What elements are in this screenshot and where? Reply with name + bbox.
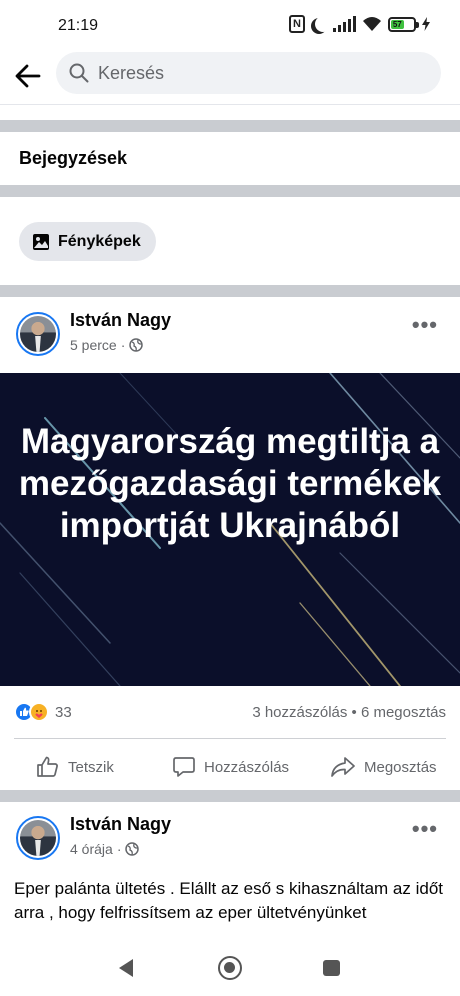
globe-icon <box>125 842 140 856</box>
section-separator <box>0 790 460 802</box>
signal-icon <box>333 16 356 32</box>
section-separator <box>0 185 460 197</box>
post-header: István Nagy 4 órája · ••• <box>0 812 460 872</box>
nfc-icon: N <box>289 15 305 33</box>
search-icon <box>69 63 89 83</box>
battery-icon: 57 <box>388 16 419 32</box>
share-icon <box>331 757 355 777</box>
divider <box>14 738 446 739</box>
reactions-summary[interactable]: 33 <box>14 702 72 722</box>
share-button[interactable]: Megosztás <box>330 745 437 789</box>
thumbs-up-icon <box>37 756 58 777</box>
post-actions: Tetszik Hozzászólás Megosztás <box>0 745 460 789</box>
do-not-disturb-icon <box>315 16 331 32</box>
post-time[interactable]: 5 perce <box>70 337 117 353</box>
section-separator <box>0 120 460 132</box>
post-author[interactable]: István Nagy <box>70 310 171 331</box>
post-text[interactable]: Eper palánta ültetés . Elállt az eső s k… <box>14 877 444 941</box>
post-meta: 4 órája · <box>70 841 140 857</box>
charging-icon <box>422 17 430 31</box>
post-header: István Nagy 5 perce · ••• <box>0 308 460 368</box>
chip-label: Fényképek <box>58 232 141 250</box>
status-bar: 21:19 N 57 <box>0 0 460 50</box>
post-time[interactable]: 4 órája <box>70 841 113 857</box>
search-input[interactable] <box>98 52 418 94</box>
status-icons: N 57 <box>289 15 430 33</box>
meta-separator: · <box>116 841 122 857</box>
more-options-icon[interactable]: ••• <box>412 312 438 338</box>
nav-back-icon[interactable] <box>117 958 135 978</box>
section-separator <box>0 285 460 297</box>
nav-home-icon[interactable] <box>218 956 242 980</box>
comment-label: Hozzászólás <box>204 758 290 776</box>
post-meta: 5 perce · <box>70 337 144 353</box>
post-author[interactable]: István Nagy <box>70 814 171 835</box>
section-title: Bejegyzések <box>19 148 128 168</box>
nav-recents-icon[interactable] <box>323 960 340 976</box>
photos-filter-chip[interactable]: Fényképek <box>19 222 156 261</box>
photos-icon <box>33 233 49 250</box>
comment-icon <box>173 757 195 777</box>
status-time: 21:19 <box>58 17 99 34</box>
like-label: Tetszik <box>68 758 114 776</box>
globe-icon <box>129 338 144 352</box>
search-bar <box>0 50 460 102</box>
share-label: Megosztás <box>364 758 437 776</box>
battery-level: 57 <box>391 19 404 29</box>
image-headline: Magyarország megtiltja a mezőgazdasági t… <box>18 422 442 545</box>
meta-separator: · <box>120 337 126 353</box>
search-box[interactable] <box>56 52 441 94</box>
divider <box>0 104 460 105</box>
back-arrow-icon[interactable] <box>12 60 44 92</box>
reaction-count: 33 <box>55 703 72 721</box>
wifi-icon <box>362 16 382 32</box>
post-stats[interactable]: 3 hozzászólás • 6 megosztás <box>252 704 446 721</box>
avatar[interactable] <box>16 816 60 860</box>
comment-button[interactable]: Hozzászólás <box>172 745 289 789</box>
post-image[interactable]: Magyarország megtiltja a mezőgazdasági t… <box>0 373 460 686</box>
system-nav-bar <box>0 940 460 996</box>
like-button[interactable]: Tetszik <box>36 745 114 789</box>
avatar[interactable] <box>16 312 60 356</box>
more-options-icon[interactable]: ••• <box>412 816 438 842</box>
care-reaction-icon <box>29 702 49 722</box>
